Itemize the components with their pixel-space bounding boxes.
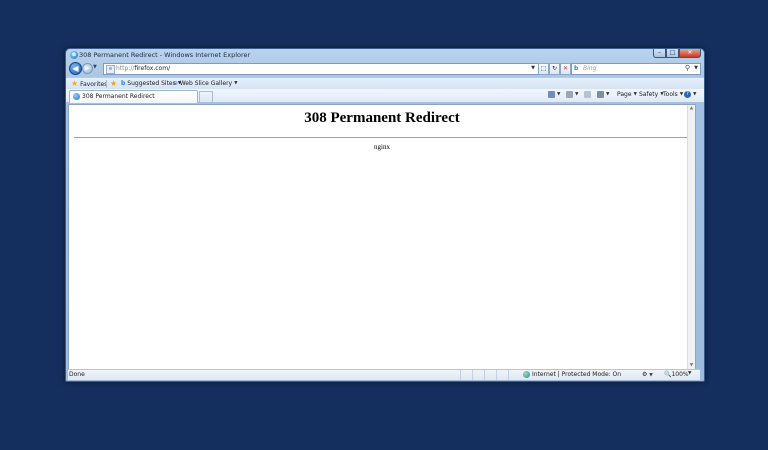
address-text[interactable]: http://firefox.com/ xyxy=(116,65,170,72)
mail-icon xyxy=(584,91,591,98)
forward-button[interactable]: ▶ xyxy=(82,63,93,74)
page-menu-label: Page xyxy=(617,91,632,98)
search-box[interactable]: b Bing ⚲ ▼ xyxy=(571,63,701,75)
chevron-down-icon: ▼ xyxy=(575,92,579,97)
security-zone[interactable]: Internet | Protected Mode: On xyxy=(523,371,621,378)
address-host: firefox.com/ xyxy=(134,65,171,72)
address-protocol: http:// xyxy=(116,65,135,72)
stop-button[interactable]: ✕ xyxy=(560,63,571,75)
separator xyxy=(106,80,107,88)
title-bar[interactable]: e 308 Permanent Redirect - Windows Inter… xyxy=(66,49,704,61)
web-slice-gallery-button[interactable]: e Web Slice Gallery ▼ xyxy=(174,80,238,87)
chevron-down-icon: ▼ xyxy=(633,92,637,97)
status-divider xyxy=(472,370,473,380)
search-icon[interactable]: ⚲ xyxy=(685,64,690,72)
close-button[interactable]: ✕ xyxy=(679,49,701,58)
chevron-down-icon: ▼ xyxy=(679,92,684,97)
star-icon: ★ xyxy=(71,79,79,88)
recent-pages-dropdown[interactable]: ▼ xyxy=(93,64,97,70)
suggested-sites-label: Suggested Sites xyxy=(127,80,176,87)
chevron-down-icon: ▼ xyxy=(606,92,610,97)
zoom-dropdown-icon[interactable]: ▼ xyxy=(688,371,691,376)
vertical-scrollbar[interactable]: ▲ ▼ xyxy=(687,105,695,369)
scroll-down-icon[interactable]: ▼ xyxy=(688,363,695,368)
page-content: 308 Permanent Redirect nginx ▲ ▼ xyxy=(68,104,696,370)
maximize-button[interactable]: □ xyxy=(666,49,679,58)
status-divider xyxy=(496,370,497,380)
chevron-down-icon: ▼ xyxy=(234,81,238,86)
address-bar[interactable]: e http://firefox.com/ ▼ xyxy=(103,63,539,75)
command-bar: 308 Permanent Redirect ▼ ▼ ▼ Page ▼ Safet… xyxy=(66,89,704,103)
status-bar: Done Internet | Protected Mode: On ⚙ ▼ 🔍… xyxy=(68,369,700,380)
tab-308-permanent-redirect[interactable]: 308 Permanent Redirect xyxy=(69,90,198,103)
status-divider xyxy=(484,370,485,380)
home-button[interactable]: ▼ xyxy=(548,91,560,98)
tab-label: 308 Permanent Redirect xyxy=(82,93,155,100)
read-mail-button[interactable] xyxy=(584,91,591,98)
favorites-button[interactable]: ★ Favorites xyxy=(71,80,107,88)
help-icon: ? xyxy=(684,91,691,98)
zoom-button[interactable]: 🔍100% xyxy=(664,371,689,378)
minimize-button[interactable]: – xyxy=(653,49,666,58)
search-options-icon[interactable]: ▼ xyxy=(694,65,698,71)
back-button[interactable]: ◀ xyxy=(69,62,82,75)
window-controls: – □ ✕ xyxy=(653,49,701,58)
tab-page-icon xyxy=(73,93,80,100)
divider xyxy=(74,137,688,138)
chevron-down-icon: ▼ xyxy=(557,92,561,97)
web-slice-icon: e xyxy=(174,80,178,87)
suggested-sites-icon: b xyxy=(121,80,126,87)
compatibility-view-button[interactable]: ⬚ xyxy=(538,63,549,75)
scroll-up-icon[interactable]: ▲ xyxy=(688,106,695,111)
safety-menu[interactable]: Safety ▼ xyxy=(639,91,664,98)
ie-logo-icon: e xyxy=(70,51,78,59)
feeds-icon xyxy=(566,91,573,98)
bing-icon: b xyxy=(574,65,579,72)
browser-window: e 308 Permanent Redirect - Windows Inter… xyxy=(65,48,705,382)
web-slice-label: Web Slice Gallery xyxy=(179,80,233,87)
feeds-button[interactable]: ▼ xyxy=(566,91,578,98)
new-tab-button[interactable] xyxy=(199,91,213,102)
home-icon xyxy=(548,91,555,98)
page-icon: e xyxy=(106,65,115,74)
page-menu[interactable]: Page ▼ xyxy=(617,91,637,98)
server-name: nginx xyxy=(374,143,390,151)
safety-menu-label: Safety xyxy=(639,91,659,98)
zone-label: Internet | Protected Mode: On xyxy=(532,371,622,378)
print-icon xyxy=(597,91,604,98)
tools-menu-label: Tools xyxy=(663,91,678,98)
status-text: Done xyxy=(69,371,85,378)
help-menu[interactable]: ? ▼ xyxy=(684,91,696,98)
search-placeholder: Bing xyxy=(583,65,597,72)
page-title: 308 Permanent Redirect xyxy=(304,110,460,126)
tools-menu[interactable]: Tools ▼ xyxy=(663,91,683,98)
add-to-favorites-bar-button[interactable]: ★ xyxy=(110,80,117,88)
print-button[interactable]: ▼ xyxy=(597,91,609,98)
suggested-sites-button[interactable]: b Suggested Sites ▼ xyxy=(121,80,181,87)
globe-icon xyxy=(523,371,530,378)
status-divider xyxy=(460,370,461,380)
address-dropdown-icon[interactable]: ▼ xyxy=(531,65,535,71)
protected-mode-button[interactable]: ⚙ ▼ xyxy=(642,371,653,378)
status-divider xyxy=(508,370,509,380)
chevron-down-icon: ▼ xyxy=(693,92,697,97)
favorites-label: Favorites xyxy=(80,80,108,88)
window-title: 308 Permanent Redirect - Windows Interne… xyxy=(79,51,251,59)
zoom-level: 100% xyxy=(671,371,689,378)
refresh-button[interactable]: ↻ xyxy=(549,63,560,75)
navigation-bar: ◀ ▶ ▼ e http://firefox.com/ ▼ ⬚ ↻ ✕ b Bi… xyxy=(66,61,704,76)
add-favorite-icon: ★ xyxy=(110,79,118,88)
